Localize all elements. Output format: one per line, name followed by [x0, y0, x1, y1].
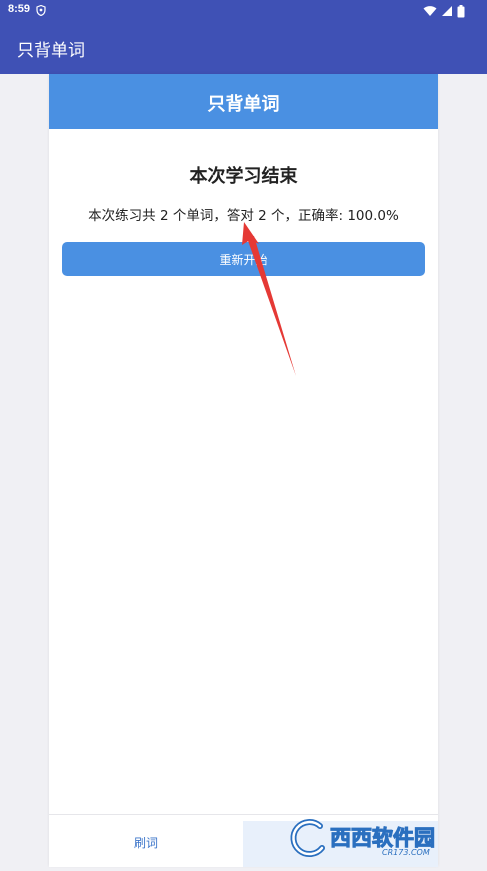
app-bar: 只背单词	[0, 22, 487, 74]
result-title: 本次学习结束	[189, 166, 298, 187]
battery-icon	[457, 4, 465, 17]
nav-item-brush-words[interactable]: 刷词	[49, 815, 243, 867]
result-summary: 本次练习共 2 个单词，答对 2 个，正确率: 100.0%	[88, 208, 399, 224]
app-title: 只背单词	[17, 41, 85, 61]
status-icons	[423, 4, 465, 18]
status-bar: 8:59	[0, 0, 487, 22]
watermark-c-logo-icon	[290, 819, 325, 858]
signal-icon	[442, 6, 452, 16]
card-header-title: 只背单词	[207, 94, 280, 115]
restart-button[interactable]: 重新开始	[62, 242, 425, 276]
shield-icon	[36, 5, 46, 16]
watermark-logo: 西西软件园 CR173.COM	[288, 815, 484, 861]
watermark-site: CR173.COM	[382, 848, 430, 857]
result-card: 只背单词 本次学习结束 本次练习共 2 个单词，答对 2 个，正确率: 100.…	[49, 74, 438, 867]
card-header: 只背单词	[49, 74, 438, 129]
wifi-icon	[423, 6, 437, 16]
status-time: 8:59	[8, 3, 31, 15]
